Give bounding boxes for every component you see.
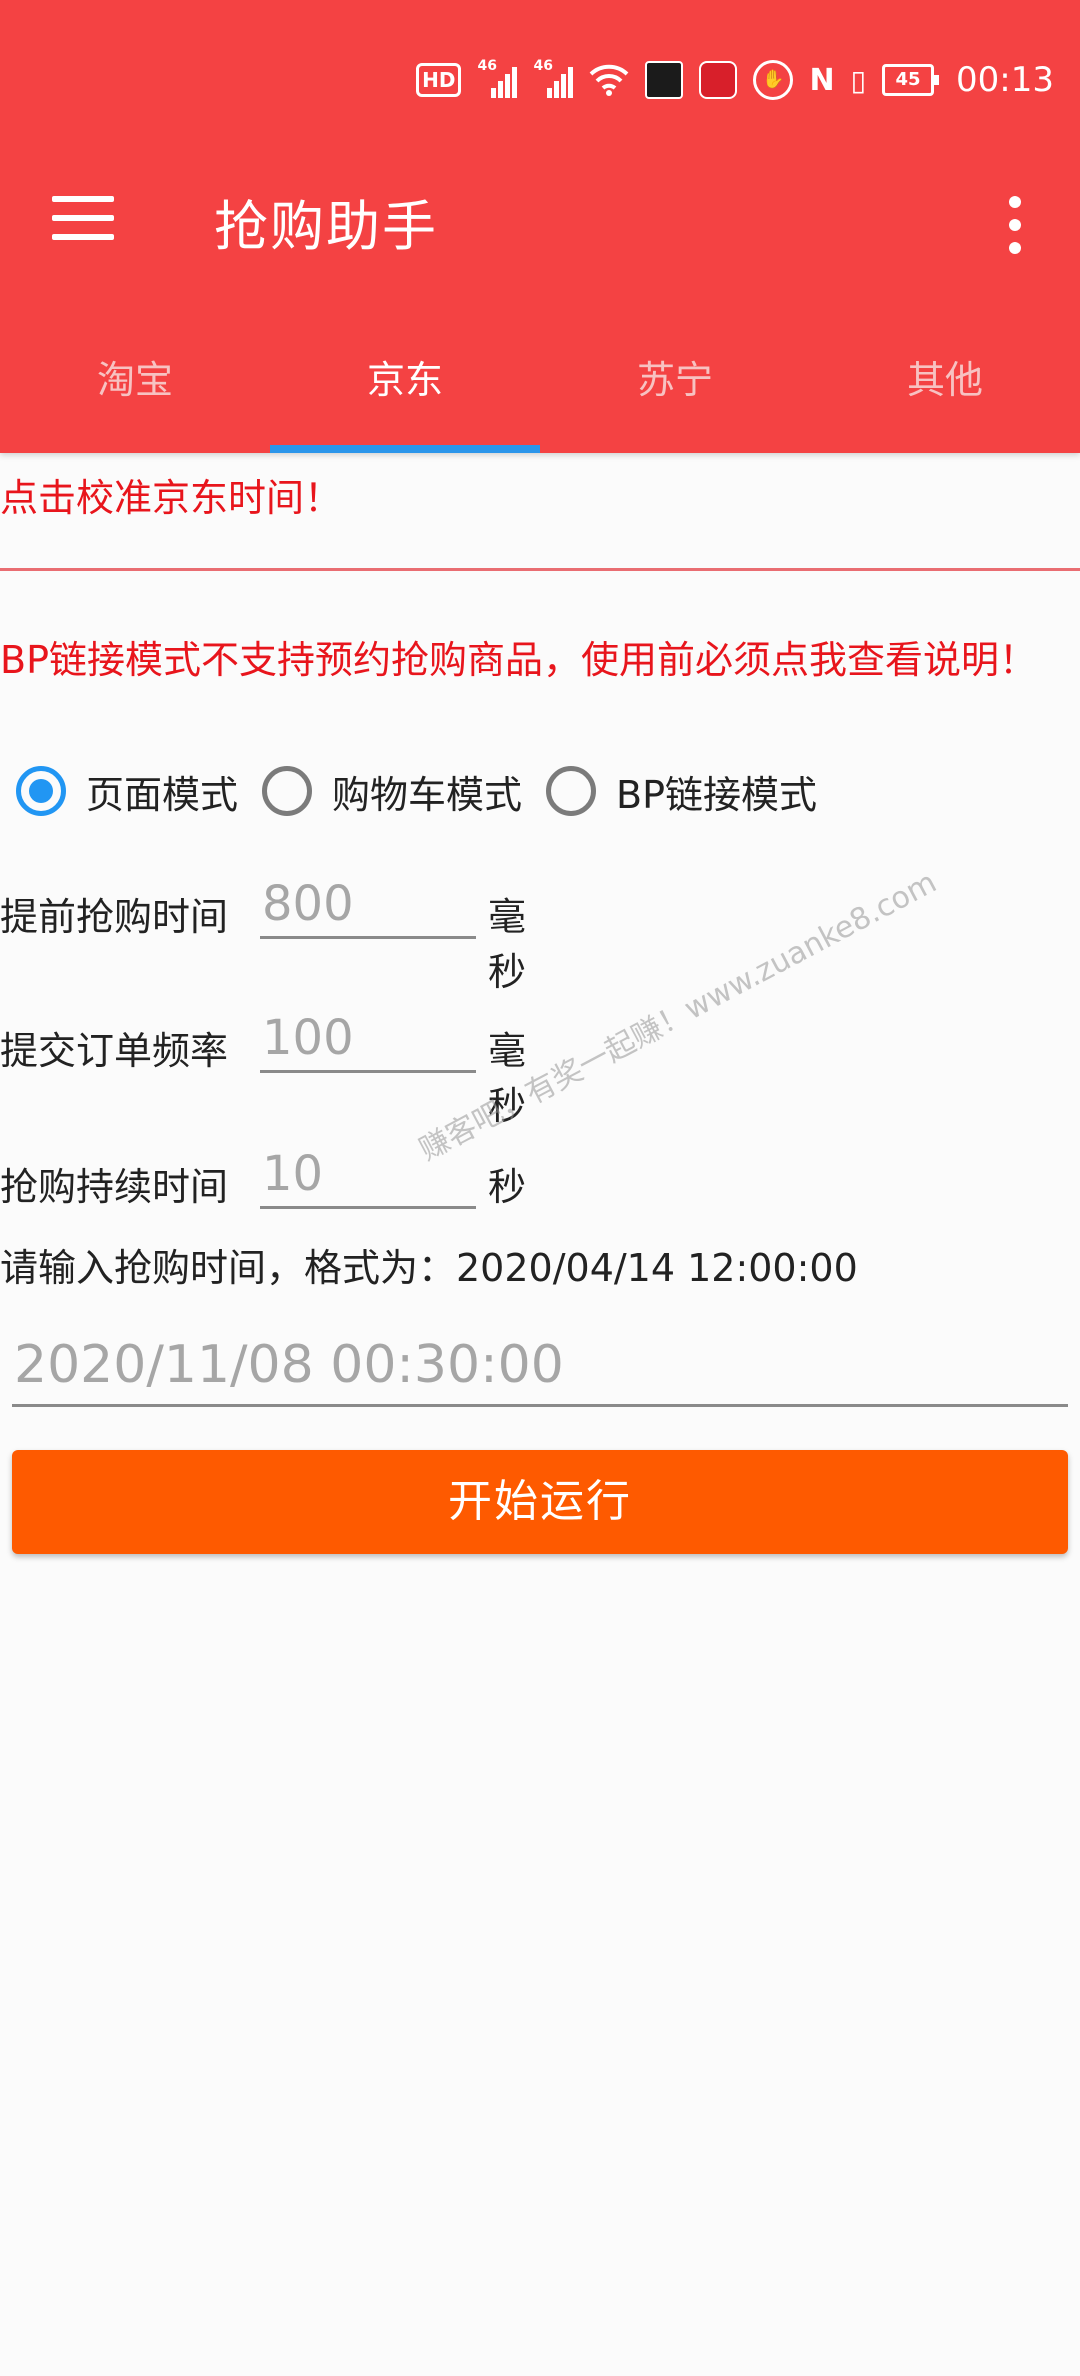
advance-time-label: 提前抢购时间 (0, 895, 229, 939)
tab-bar: 淘宝 京东 苏宁 其他 (0, 330, 1080, 453)
clock: 00:13 (956, 60, 1054, 100)
duration-label: 抢购持续时间 (0, 1165, 229, 1209)
radio-label: 页面模式 (86, 772, 239, 817)
radio-label: BP链接模式 (616, 772, 818, 817)
snap-up-time-input[interactable]: 2020/11/08 00:30:00 (12, 1326, 1068, 1407)
app-notification-icon (699, 61, 738, 99)
advance-time-unit: 毫秒 (488, 895, 527, 994)
radio-cart-mode[interactable]: 购物车模式 (262, 764, 522, 819)
radio-selected-icon[interactable] (16, 766, 66, 816)
start-run-button[interactable]: 开始运行 (12, 1450, 1068, 1554)
tab-other[interactable]: 其他 (810, 330, 1080, 453)
vibrate-icon: ▯ (850, 63, 867, 97)
gesture-icon: ✋ (753, 60, 794, 100)
status-icons: HD 46 46 ✋ N ▯ 45 00:13 (416, 56, 1054, 104)
more-vert-icon[interactable] (1000, 196, 1030, 256)
tab-jd[interactable]: 京东 (270, 330, 540, 453)
battery-icon: 45 (882, 64, 940, 96)
submit-rate-label: 提交订单频率 (0, 1029, 229, 1073)
network-type-label: 46 (533, 58, 553, 74)
wifi-icon (589, 63, 629, 97)
status-bar: HD 46 46 ✋ N ▯ 45 00:13 (0, 0, 1080, 160)
mode-radio-group: 页面模式 购物车模式 BP链接模式 (16, 756, 841, 826)
signal-icon: 46 (533, 58, 574, 98)
time-format-hint: 请输入抢购时间，格式为：2020/04/14 12:00:00 (0, 1246, 858, 1290)
hamburger-menu-icon[interactable] (52, 196, 114, 252)
bp-mode-warning-link[interactable]: BP链接模式不支持预约抢购商品，使用前必须点我查看说明！ (0, 632, 1060, 688)
advance-time-input[interactable]: 800 (260, 872, 476, 939)
app-header: HD 46 46 ✋ N ▯ 45 00:13 抢购助手 淘宝 京东 苏宁 其他 (0, 0, 1080, 453)
divider (0, 568, 1080, 571)
nfc-icon: N (809, 62, 835, 98)
tab-suning[interactable]: 苏宁 (540, 330, 810, 453)
submit-rate-input[interactable]: 100 (260, 1006, 476, 1073)
radio-unselected-icon[interactable] (262, 766, 313, 816)
duration-unit: 秒 (488, 1165, 527, 1209)
page-title: 抢购助手 (214, 195, 438, 258)
calibrate-time-link[interactable]: 点击校准京东时间！ (0, 470, 342, 526)
radio-unselected-icon[interactable] (546, 766, 597, 816)
hd-icon: HD (416, 63, 462, 97)
tab-taobao[interactable]: 淘宝 (0, 330, 270, 453)
radio-page-mode[interactable]: 页面模式 (16, 764, 238, 819)
radio-bp-link-mode[interactable]: BP链接模式 (546, 764, 817, 819)
network-type-label: 46 (477, 58, 497, 74)
app-notification-icon (645, 61, 684, 99)
radio-label: 购物车模式 (332, 772, 523, 817)
signal-icon: 46 (477, 58, 518, 98)
